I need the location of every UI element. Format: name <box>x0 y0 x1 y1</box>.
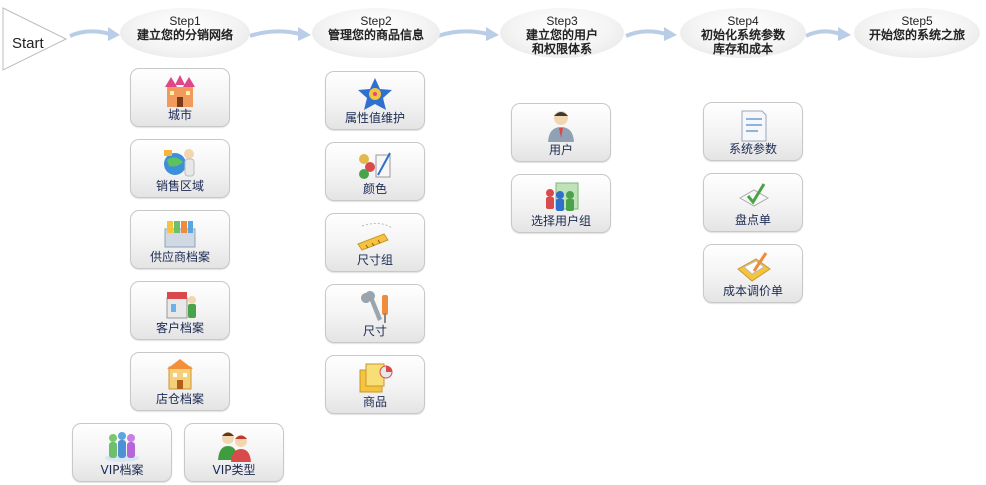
step-5: Step5 开始您的系统之旅 <box>854 8 980 58</box>
tile-size-group[interactable]: 尺寸组 <box>325 213 425 272</box>
tile-color[interactable]: 颜色 <box>325 142 425 201</box>
tile-label: 尺寸组 <box>356 253 393 267</box>
attribute-star-icon <box>358 78 392 110</box>
system-params-doc-icon <box>741 110 767 142</box>
city-castle-icon <box>165 75 195 107</box>
tile-size[interactable]: 尺寸 <box>325 284 425 343</box>
step-title: 初始化系统参数 库存和成本 <box>700 28 785 56</box>
flow-arrow-icon <box>437 27 499 41</box>
step-title: 建立您的分销网络 <box>136 28 233 42</box>
step-title: 开始您的系统之旅 <box>868 28 965 42</box>
tile-goods[interactable]: 商品 <box>325 355 425 414</box>
tile-label: 颜色 <box>362 182 387 196</box>
tile-label: 店仓档案 <box>155 392 204 406</box>
tile-user[interactable]: 用户 <box>511 103 611 162</box>
step-4: Step4 初始化系统参数 库存和成本 <box>680 8 806 58</box>
tile-sales-area[interactable]: 销售区域 <box>130 139 230 198</box>
start-marker: Start <box>2 7 68 71</box>
tile-attribute[interactable]: 属性值维护 <box>325 71 425 130</box>
step-number: Step3 <box>546 14 578 28</box>
tile-label: VIP档案 <box>100 463 144 477</box>
step-2: Step2 管理您的商品信息 <box>312 8 440 58</box>
tile-system-params[interactable]: 系统参数 <box>703 102 803 161</box>
tile-cost-adjust[interactable]: 成本调价单 <box>703 244 803 303</box>
tile-store[interactable]: 店仓档案 <box>130 352 230 411</box>
tile-label: 属性值维护 <box>344 111 405 125</box>
user-person-icon <box>548 111 574 142</box>
start-label: Start <box>12 35 44 52</box>
tile-stocktake[interactable]: 盘点单 <box>703 173 803 232</box>
warehouse-building-icon <box>167 359 193 390</box>
step-number: Step1 <box>169 14 201 28</box>
cost-adjust-folder-icon <box>737 252 771 282</box>
step-title: 建立您的用户 和权限体系 <box>525 28 598 56</box>
tile-label: VIP类型 <box>212 463 256 477</box>
user-group-icon <box>546 182 579 211</box>
tile-user-group[interactable]: 选择用户组 <box>511 174 611 233</box>
tile-label: 城市 <box>167 108 192 122</box>
tile-label: 商品 <box>362 395 387 409</box>
flow-arrow-icon <box>69 27 120 41</box>
tile-label: 尺寸 <box>362 324 387 338</box>
tile-supplier[interactable]: 供应商档案 <box>130 210 230 269</box>
tile-label: 选择用户组 <box>530 214 591 228</box>
step-number: Step4 <box>727 14 759 28</box>
goods-box-icon <box>359 363 393 393</box>
step-number: Step2 <box>360 14 392 28</box>
tile-label: 系统参数 <box>728 142 777 156</box>
step-title: 管理您的商品信息 <box>327 28 424 42</box>
tile-vip-file[interactable]: VIP档案 <box>72 423 172 482</box>
tile-label: 用户 <box>548 143 573 157</box>
tile-label: 供应商档案 <box>149 250 210 264</box>
tile-city[interactable]: 城市 <box>130 68 230 127</box>
flow-arrow-icon <box>805 27 851 41</box>
customer-store-icon <box>166 292 196 319</box>
supplier-file-icon <box>164 221 196 248</box>
step-1: Step1 建立您的分销网络 <box>120 8 250 58</box>
size-ruler-icon <box>357 222 393 251</box>
flow-arrow-icon <box>625 27 677 41</box>
tile-label: 销售区域 <box>155 179 204 193</box>
tile-label: 客户档案 <box>155 321 204 335</box>
step-number: Step5 <box>901 14 933 28</box>
vip-type-people-icon <box>218 432 251 462</box>
tile-vip-type[interactable]: VIP类型 <box>184 423 284 482</box>
color-paint-icon <box>359 152 391 179</box>
step-3: Step3 建立您的用户 和权限体系 <box>500 8 624 58</box>
sales-area-globe-icon <box>164 149 195 177</box>
size-tools-icon <box>361 291 388 323</box>
tile-customer[interactable]: 客户档案 <box>130 281 230 340</box>
stocktake-check-icon <box>738 183 770 207</box>
tile-label: 成本调价单 <box>722 284 783 298</box>
flow-arrow-icon <box>249 27 311 41</box>
vip-people-icon <box>105 432 139 462</box>
tile-label: 盘点单 <box>734 213 771 227</box>
